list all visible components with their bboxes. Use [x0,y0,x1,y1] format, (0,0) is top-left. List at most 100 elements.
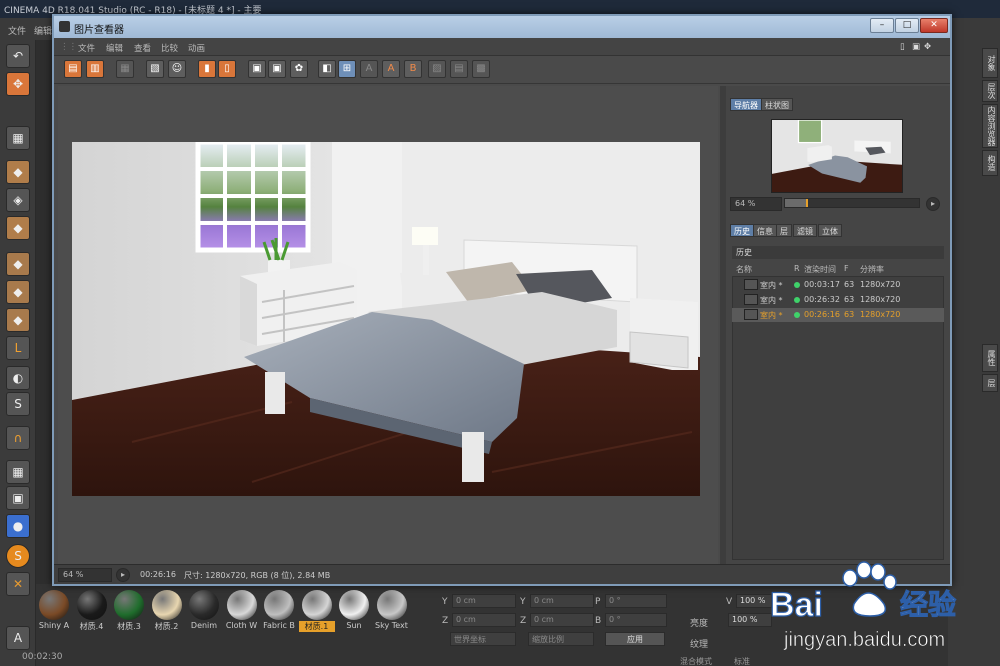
filter-icon[interactable]: ▨ [428,60,446,78]
tab-info[interactable]: 信息 [753,224,777,237]
axis-icon[interactable]: L [6,336,30,360]
undo-icon[interactable]: ↶ [6,44,30,68]
tab-histogram[interactable]: 柱状图 [761,98,793,111]
close-button[interactable]: ✕ [920,18,948,33]
tab-takes[interactable]: 层次 [982,80,998,102]
material-swatch[interactable]: Cloth W [224,590,260,630]
apply-button[interactable]: 应用 [605,632,665,646]
history-frame: 63 [844,280,855,289]
stereo-icon[interactable]: ▤ [450,60,468,78]
tab-content-browser[interactable]: 内容浏览器 [982,104,998,148]
image-viewport[interactable] [58,86,718,564]
user-icon[interactable]: ☺ [168,60,186,78]
menu-edit[interactable]: 编辑 [34,24,52,37]
ab-icon[interactable]: A [360,60,378,78]
material-ball-icon [226,590,257,620]
grid-display-icon[interactable]: ▦ [116,60,134,78]
zoom-play-icon[interactable]: ▸ [116,568,130,582]
workplane-icon[interactable]: ◆ [6,308,30,332]
viewer-menu-edit[interactable]: 编辑 [106,42,123,54]
coord-p-label: P [595,597,601,607]
picture-viewer-titlebar[interactable]: 图片查看器 – □ ✕ [54,16,950,38]
fit-icon[interactable]: ▣ [912,42,920,52]
navigator-zoom-play-icon[interactable]: ▸ [926,197,940,211]
navigator-zoom-handle[interactable] [806,199,809,207]
tab-layers[interactable]: 层 [982,374,998,392]
b-rotation-field[interactable]: 0 ° [605,613,667,627]
y-size-field[interactable]: 0 cm [530,594,594,608]
material-swatch[interactable]: Shiny A [36,590,72,630]
move-tool-icon[interactable]: ✥ [6,72,30,96]
tab-structure[interactable]: 构造 [982,150,998,176]
p-rotation-field[interactable]: 0 ° [605,594,667,608]
scale-mode-dropdown[interactable]: 缩放比例 [528,632,594,646]
layout-icon[interactable]: ▯ [900,42,905,52]
viewer-menu-view[interactable]: 查看 [134,42,151,54]
zoom-field[interactable]: 64 % [58,568,112,582]
copy-icon[interactable]: ▮ [198,60,216,78]
material-swatch[interactable]: 材质.3 [111,590,147,632]
magnet-icon[interactable]: ∩ [6,426,30,450]
points-mode-icon[interactable]: ◈ [6,188,30,212]
material-ball-icon [301,590,332,620]
coordinate-system-dropdown[interactable]: 世界坐标 [450,632,516,646]
tab-attributes[interactable]: 属性 [982,344,998,372]
material-swatch[interactable]: 材质.1 [298,590,335,632]
pan-icon[interactable]: ✥ [924,42,931,52]
viewer-menu-animation[interactable]: 动画 [188,42,205,54]
set-b-icon[interactable]: B [404,60,422,78]
z-size-field[interactable]: 0 cm [530,613,594,627]
tab-stereo[interactable]: 立体 [818,224,842,237]
transform-icon[interactable]: ✕ [6,572,30,596]
model-mode-icon[interactable]: ▦ [6,126,30,150]
lock-icon[interactable]: ▣ [6,486,30,510]
history-row[interactable]: 室内 * 00:26:16 63 1280x720 [732,308,944,322]
ab-compare-icon[interactable]: ◧ [318,60,336,78]
split-view-icon[interactable]: ⊞ [338,60,356,78]
render-view-icon[interactable]: ▣ [248,60,266,78]
navigator-zoom-slider[interactable] [784,198,920,208]
viewer-menu-file[interactable]: 文件 [78,42,95,54]
material-swatch[interactable]: Sky Text [374,590,410,630]
script-icon[interactable]: S [6,544,30,568]
material-swatch[interactable]: 材质.4 [74,590,110,632]
blend-mode-value[interactable]: 标准 [734,656,750,666]
sculpt-icon[interactable]: ● [6,514,30,538]
maximize-button[interactable]: □ [895,18,919,33]
material-swatch[interactable]: 材质.2 [149,590,185,632]
tab-navigator[interactable]: 导航器 [730,98,762,111]
viewer-menu-compare[interactable]: 比较 [161,42,178,54]
set-a-icon[interactable]: A [382,60,400,78]
grid-icon[interactable]: ▦ [6,460,30,484]
render-region-icon[interactable]: ▧ [146,60,164,78]
picture-viewer-title: 图片查看器 [74,25,124,36]
open-icon[interactable]: ▤ [64,60,82,78]
menu-file[interactable]: 文件 [8,24,26,37]
polygon-mode-icon[interactable]: ◆ [6,252,30,276]
tab-filter[interactable]: 滤镜 [793,224,817,237]
y-position-field[interactable]: 0 cm [452,594,516,608]
tab-objects[interactable]: 对象 [982,48,998,78]
edge-mode-icon[interactable]: ◆ [6,280,30,304]
material-swatch[interactable]: Fabric B [261,590,297,630]
history-row[interactable]: 室内 * 00:03:17 63 1280x720 [732,278,944,292]
z-position-field[interactable]: 0 cm [452,613,516,627]
render-pv-icon[interactable]: ▣ [268,60,286,78]
tab-layer[interactable]: 层 [776,224,792,237]
minimize-button[interactable]: – [870,18,894,33]
team-render-icon[interactable]: ✿ [290,60,308,78]
snap-icon[interactable]: S [6,392,30,416]
material-swatch[interactable]: Denim [186,590,222,630]
history-row[interactable]: 室内 * 00:26:32 63 1280x720 [732,293,944,307]
navigator-zoom-field[interactable]: 64 % [730,197,782,211]
save-icon[interactable]: ▥ [86,60,104,78]
texture-mode-icon[interactable]: ◆ [6,216,30,240]
tab-history[interactable]: 历史 [730,224,754,237]
delete-icon[interactable]: ▯ [218,60,236,78]
mouse-icon[interactable]: ◐ [6,366,30,390]
az-icon[interactable]: A [6,626,30,650]
navigator-thumbnail[interactable] [771,119,903,193]
object-mode-icon[interactable]: ◆ [6,160,30,184]
export-icon[interactable]: ▩ [472,60,490,78]
material-swatch[interactable]: Sun [336,590,372,630]
